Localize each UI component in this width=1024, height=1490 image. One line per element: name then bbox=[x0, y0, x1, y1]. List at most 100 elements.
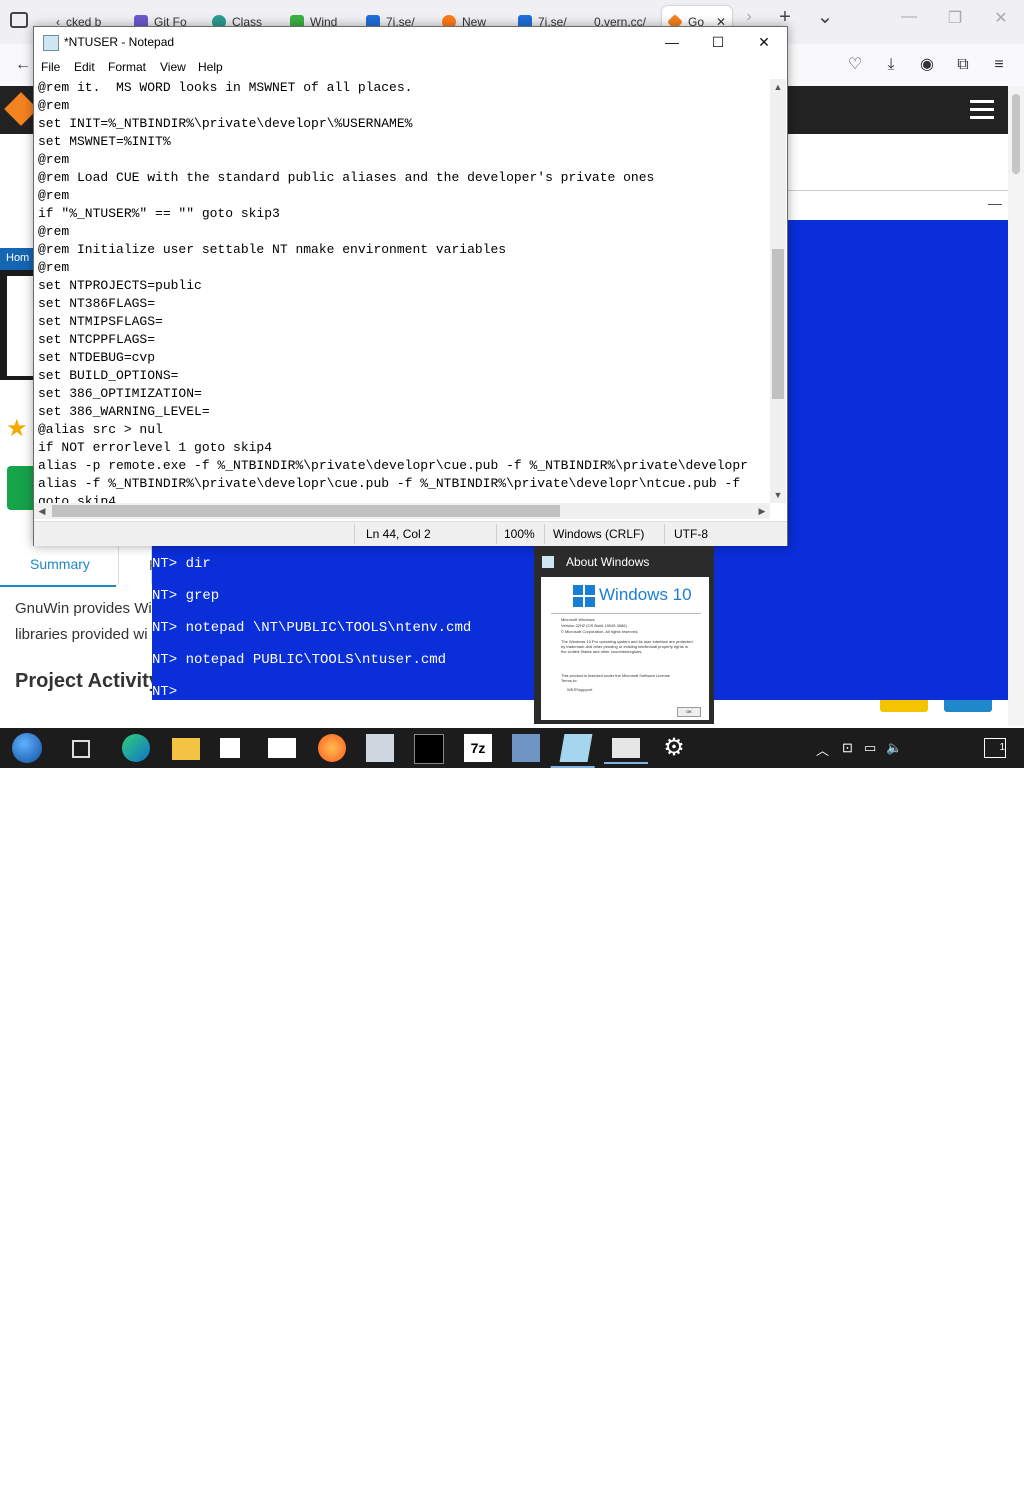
notepad-horizontal-scrollbar[interactable]: ◀ ▶ bbox=[34, 503, 770, 519]
edge-icon[interactable] bbox=[122, 734, 150, 762]
console-titlebar[interactable]: — bbox=[786, 190, 1008, 221]
about-titlebar[interactable]: About Windows bbox=[534, 546, 714, 576]
tab-files[interactable]: F bbox=[118, 544, 158, 584]
project-image bbox=[7, 276, 36, 376]
list-all-tabs-button[interactable]: ⌄ bbox=[810, 4, 840, 29]
notepad-taskbar-icon[interactable] bbox=[559, 734, 593, 762]
network-icon[interactable]: ⊡ bbox=[842, 740, 853, 756]
menu-edit[interactable]: Edit bbox=[74, 60, 95, 74]
about-divider bbox=[551, 613, 701, 614]
notepad-maximize-button[interactable]: ☐ bbox=[696, 29, 740, 55]
file-explorer-icon[interactable] bbox=[172, 738, 200, 760]
page-scroll-thumb[interactable] bbox=[1012, 94, 1020, 174]
store-icon[interactable] bbox=[220, 738, 240, 758]
menu-help[interactable]: Help bbox=[198, 60, 223, 74]
horizontal-scroll-thumb[interactable] bbox=[52, 505, 560, 517]
project-image-frame bbox=[0, 270, 36, 380]
notepad-close-button[interactable]: ✕ bbox=[742, 29, 786, 55]
firefox-icon[interactable] bbox=[318, 734, 346, 762]
about-app-icon bbox=[542, 556, 554, 568]
description-line-2: libraries provided wi bbox=[15, 626, 148, 643]
downloads-icon[interactable]: ⤓ bbox=[880, 54, 902, 76]
browser-maximize-button[interactable]: ❐ bbox=[940, 8, 970, 28]
about-text: WKSSuppport bbox=[567, 687, 593, 692]
text-line: if NOT errorlevel 1 goto skip4 bbox=[38, 440, 273, 455]
browser-close-button[interactable]: ✕ bbox=[986, 8, 1016, 28]
extensions-icon[interactable]: ⧉ bbox=[952, 54, 974, 76]
text-line: @rem bbox=[38, 152, 70, 167]
about-windows-taskbar-icon[interactable] bbox=[604, 738, 648, 764]
notepad-titlebar[interactable]: *NTUSER - Notepad — ☐ ✕ bbox=[34, 27, 787, 57]
star-icon: ★ bbox=[6, 415, 28, 442]
home-link[interactable]: Hom bbox=[0, 248, 36, 270]
notepad-vertical-scrollbar[interactable]: ▲ ▼ bbox=[770, 79, 786, 503]
text-line: @rem Load CUE with the standard public a… bbox=[38, 170, 655, 185]
text-line: set NT386FLAGS= bbox=[38, 296, 156, 311]
taskbar-date[interactable]: 12/20/2023 bbox=[910, 1476, 970, 1490]
account-icon[interactable]: ◉ bbox=[916, 54, 938, 76]
display-icon[interactable]: ▭ bbox=[864, 740, 876, 756]
notepad-title: *NTUSER - Notepad bbox=[64, 35, 175, 49]
tab-scroll-right-icon[interactable]: › bbox=[734, 8, 764, 26]
windows-logo-icon bbox=[573, 585, 595, 607]
scroll-up-arrow-icon[interactable]: ▲ bbox=[770, 79, 786, 95]
blue-button[interactable] bbox=[944, 700, 992, 712]
scroll-left-arrow-icon[interactable]: ◀ bbox=[34, 503, 50, 519]
scroll-down-arrow-icon[interactable]: ▼ bbox=[770, 487, 786, 503]
notepad-statusbar: Ln 44, Col 2 100% Windows (CRLF) UTF-8 bbox=[34, 521, 787, 546]
taskbar-time[interactable]: 11:14 AM bbox=[915, 1460, 965, 1474]
yellow-button[interactable] bbox=[880, 700, 928, 712]
volume-muted-icon[interactable]: 🔈 bbox=[886, 740, 902, 756]
about-text: the United States and other countries/re… bbox=[561, 649, 643, 654]
vertical-scroll-thumb[interactable] bbox=[772, 249, 784, 399]
7zip-icon[interactable]: 7z bbox=[464, 734, 492, 762]
status-divider bbox=[354, 524, 355, 544]
tab-overview-icon[interactable] bbox=[10, 12, 28, 28]
tab-summary[interactable]: Summary bbox=[30, 556, 90, 572]
show-hidden-icons-chevron-icon[interactable]: ︿ bbox=[816, 740, 829, 759]
text-line: @rem bbox=[38, 188, 70, 203]
text-line: set MSWNET=%INIT% bbox=[38, 134, 171, 149]
app-icon[interactable] bbox=[366, 734, 394, 762]
notification-count: 1 bbox=[999, 742, 1005, 753]
notepad-minimize-button[interactable]: — bbox=[650, 29, 694, 55]
about-ok-button[interactable]: OK bbox=[677, 707, 701, 717]
status-encoding: UTF-8 bbox=[674, 527, 708, 541]
text-line: @rem bbox=[38, 260, 70, 275]
browser-minimize-button[interactable]: — bbox=[894, 8, 924, 26]
text-line: @rem Initialize user settable NT nmake e… bbox=[38, 242, 507, 257]
hamburger-menu-icon[interactable] bbox=[970, 100, 994, 120]
status-line-ending: Windows (CRLF) bbox=[553, 527, 645, 541]
about-text: Microsoft Windows bbox=[561, 617, 595, 622]
scroll-right-arrow-icon[interactable]: ▶ bbox=[754, 503, 770, 519]
pocket-icon[interactable]: ♡ bbox=[844, 54, 866, 76]
menu-format[interactable]: Format bbox=[108, 60, 146, 74]
task-view-icon[interactable] bbox=[72, 740, 90, 758]
windows-brand: Windows 10 bbox=[599, 585, 692, 604]
remote-desktop-icon[interactable] bbox=[512, 734, 540, 762]
command-prompt-icon[interactable] bbox=[414, 734, 444, 764]
console-minimize-button[interactable]: — bbox=[988, 195, 1002, 211]
notepad-text-area[interactable]: @rem it. MS WORD looks in MSWNET of all … bbox=[38, 79, 768, 529]
text-line: set NTPROJECTS=public bbox=[38, 278, 202, 293]
text-line: @rem it. MS WORD looks in MSWNET of all … bbox=[38, 80, 413, 95]
notifications-icon[interactable]: 1 bbox=[984, 738, 1006, 758]
console-line: NT> notepad \NT\PUBLIC\TOOLS\ntenv.cmd bbox=[152, 620, 472, 636]
menu-icon[interactable]: ≡ bbox=[988, 54, 1010, 76]
text-line: alias -p remote.exe -f %_NTBINDIR%\priva… bbox=[38, 458, 748, 473]
settings-gear-icon[interactable]: ⚙ bbox=[660, 734, 688, 762]
status-cursor-position: Ln 44, Col 2 bbox=[366, 527, 431, 541]
back-arrow-icon[interactable]: ← bbox=[12, 54, 34, 76]
text-line: set NTMIPSFLAGS= bbox=[38, 314, 163, 329]
start-button-icon[interactable] bbox=[12, 733, 42, 763]
mail-icon[interactable] bbox=[268, 738, 296, 758]
menu-view[interactable]: View bbox=[160, 60, 186, 74]
console-line: NT> grep bbox=[152, 588, 220, 604]
about-body: Windows 10 Microsoft Windows Version 22H… bbox=[541, 577, 709, 720]
about-text: © Microsoft Corporation. All rights rese… bbox=[561, 629, 639, 634]
status-divider bbox=[544, 524, 545, 544]
text-line: set NTDEBUG=cvp bbox=[38, 350, 156, 365]
page-scrollbar[interactable] bbox=[1008, 86, 1024, 726]
menu-file[interactable]: File bbox=[41, 60, 60, 74]
console-line: NT> dir bbox=[152, 556, 211, 572]
